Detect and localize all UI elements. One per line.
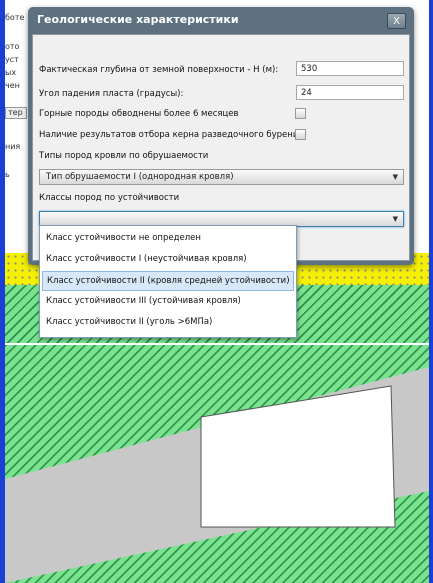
background-text: боте: [5, 13, 25, 22]
background-text: чен: [5, 81, 20, 90]
dropdown-option[interactable]: Класс устойчивости III (устойчивая кровл…: [42, 292, 294, 312]
background-label: ь: [5, 170, 10, 179]
background-text: ото: [5, 42, 20, 51]
background-text: уст: [5, 55, 19, 64]
dropdown-option[interactable]: Класс устойчивости I (неустойчивая кровл…: [42, 250, 294, 270]
roof-types-label: Типы пород кровли по обрушаемости: [39, 151, 209, 161]
depth-input[interactable]: [296, 61, 404, 76]
core-checkbox[interactable]: [295, 129, 306, 140]
depth-label: Фактическая глубина от земной поверхност…: [39, 65, 279, 75]
screen: боте ото уст ых чен тер ния ь Геологичес…: [5, 0, 429, 583]
core-label: Наличие результатов отбора керна разведо…: [39, 130, 304, 140]
dialog-title: Геологические характеристики: [37, 13, 239, 26]
angle-label: Угол падения пласта (градусы):: [39, 89, 184, 99]
background-label: ния: [5, 142, 21, 151]
dropdown-option[interactable]: Класс устойчивости II (уголь >6МПа): [42, 313, 294, 333]
stability-dropdown-list: Класс устойчивости не определен Класс ус…: [39, 225, 297, 338]
roof-type-select[interactable]: Тип обрушаемости I (однородная кровля) ▼: [39, 169, 404, 185]
chevron-down-icon: ▼: [392, 173, 398, 181]
dropdown-option[interactable]: Класс устойчивости не определен: [42, 229, 294, 249]
background-text: ых: [5, 68, 17, 77]
chevron-down-icon: ▼: [392, 215, 398, 223]
dialog-titlebar[interactable]: Геологические характеристики X: [28, 7, 414, 34]
watered-checkbox[interactable]: [295, 108, 306, 119]
angle-input[interactable]: [296, 85, 404, 100]
mine-section-diagram: [5, 345, 429, 583]
close-button[interactable]: X: [387, 13, 406, 29]
dropdown-option-highlighted[interactable]: Класс устойчивости II (кровля средней ус…: [42, 271, 294, 291]
background-button[interactable]: тер: [5, 107, 27, 119]
roof-type-value: Тип обрушаемости I (однородная кровля): [46, 172, 234, 182]
watered-label: Горные породы обводнены более 6 месяцев: [39, 109, 239, 119]
stability-label: Классы пород по устойчивости: [39, 193, 180, 203]
